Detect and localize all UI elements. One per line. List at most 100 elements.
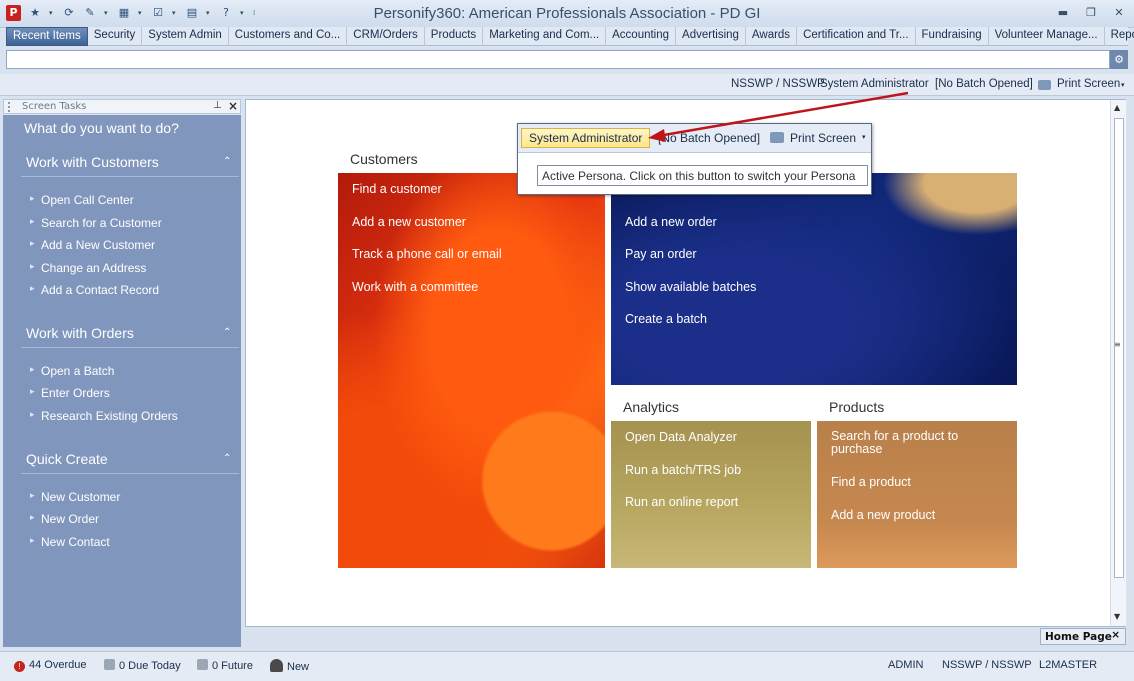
task-link[interactable]: Search for a Customer — [30, 216, 162, 230]
pin-icon[interactable]: ⊥ — [213, 100, 222, 111]
tile-link[interactable]: Add a new product — [831, 508, 935, 522]
persona-strip: NSSWP / NSSWP System Administrator [No B… — [0, 74, 1134, 96]
task-link[interactable]: Open Call Center — [30, 193, 134, 207]
title-bar: P ★ ▾ ⟳ ✎ ▾ ▦ ▾ ☑ ▾ ▤ ▾ ? ▾ ⁞ Personify360: Am… — [0, 0, 1134, 28]
task-link[interactable]: Open a Batch — [30, 364, 114, 378]
calendar-icon — [197, 659, 208, 670]
products-heading: Products — [829, 399, 885, 415]
panel-title: Screen Tasks — [22, 101, 87, 112]
persona-callout: System Administrator [No Batch Opened] P… — [517, 123, 872, 195]
vertical-scrollbar[interactable]: ▲ ≡ ▼ — [1110, 100, 1126, 626]
batch-button[interactable]: [No Batch Opened] — [935, 78, 1033, 90]
task-link[interactable]: Add a New Customer — [30, 238, 155, 252]
future-indicator[interactable]: 0 Future — [197, 659, 253, 672]
tab-volunteer[interactable]: Volunteer Manage... — [989, 27, 1105, 46]
task-link[interactable]: Change an Address — [30, 261, 146, 275]
tile-link[interactable]: Search for a product to purchase — [831, 430, 991, 456]
panel-question: What do you want to do? — [24, 120, 179, 136]
collapse-icon[interactable]: ⌃ — [223, 453, 231, 464]
tab-reporting[interactable]: Reporting — [1105, 27, 1134, 46]
customers-heading: Customers — [350, 151, 418, 167]
persona-button[interactable]: System Administrator — [820, 78, 929, 90]
tab-system-admin[interactable]: System Admin — [142, 27, 229, 46]
tile-link[interactable]: Add a new order — [625, 215, 717, 229]
tile-link[interactable]: Run a batch/TRS job — [625, 463, 741, 477]
close-icon[interactable]: × — [1111, 629, 1120, 641]
address-input[interactable] — [6, 50, 1110, 69]
divider — [21, 347, 239, 348]
divider — [21, 176, 239, 177]
persona-tooltip: Active Persona. Click on this button to … — [537, 165, 868, 186]
server-label: L2MASTER — [1039, 659, 1098, 671]
task-link[interactable]: Research Existing Orders — [30, 409, 178, 423]
tab-products[interactable]: Products — [425, 27, 484, 46]
task-link[interactable]: New Order — [30, 512, 99, 526]
home-page-tab[interactable]: Home Page × — [1040, 628, 1126, 645]
tile-link[interactable]: Open Data Analyzer — [625, 430, 737, 444]
customers-tile: Find a customer Add a new customer Track… — [338, 173, 605, 568]
scroll-down-icon[interactable]: ▼ — [1114, 612, 1120, 621]
task-link[interactable]: New Contact — [30, 535, 110, 549]
screen-tasks-header: Screen Tasks ⊥ × — [3, 99, 241, 114]
print-screen-button[interactable]: Print Screen — [1057, 78, 1120, 90]
overdue-indicator[interactable]: ! 44 Overdue — [14, 659, 86, 672]
person-icon — [270, 659, 283, 672]
org-label: NSSWP / NSSWP — [731, 78, 825, 90]
tile-link[interactable]: Pay an order — [625, 247, 697, 261]
tile-link[interactable]: Find a product — [831, 475, 911, 489]
future-label: 0 Future — [212, 660, 253, 672]
tab-awards[interactable]: Awards — [746, 27, 798, 46]
printer-icon — [1038, 80, 1051, 90]
tab-crm-orders[interactable]: CRM/Orders — [347, 27, 425, 46]
chevron-down-icon[interactable]: ▾ — [1121, 81, 1125, 89]
analytics-heading: Analytics — [623, 399, 680, 415]
clock-icon — [104, 659, 115, 670]
gear-icon[interactable]: ⚙ — [1110, 50, 1128, 69]
tab-advertising[interactable]: Advertising — [676, 27, 746, 46]
grip-icon: ≡ — [1114, 340, 1121, 349]
collapse-icon[interactable]: ⌃ — [223, 156, 231, 167]
chevron-down-icon[interactable]: ▾ — [862, 133, 866, 141]
tile-link[interactable]: Run an online report — [625, 495, 738, 509]
batch-button[interactable]: [No Batch Opened] — [658, 131, 760, 145]
scroll-up-icon[interactable]: ▲ — [1114, 103, 1120, 112]
tile-link[interactable]: Find a customer — [352, 182, 442, 196]
section-title[interactable]: Quick Create — [26, 451, 108, 467]
tab-accounting[interactable]: Accounting — [606, 27, 677, 46]
close-icon[interactable]: × — [228, 99, 238, 113]
print-screen-button[interactable]: Print Screen — [790, 131, 856, 145]
tile-link[interactable]: Add a new customer — [352, 215, 466, 229]
window-controls: ▬ ❐ ✕ — [1056, 6, 1126, 20]
tab-marketing[interactable]: Marketing and Com... — [483, 27, 607, 46]
home-page-tab-label: Home Page — [1045, 631, 1112, 643]
alert-icon: ! — [14, 661, 25, 672]
section-title[interactable]: Work with Orders — [26, 325, 134, 341]
close-icon[interactable]: ✕ — [1112, 6, 1126, 20]
printer-icon — [770, 132, 784, 143]
task-link[interactable]: New Customer — [30, 490, 120, 504]
persona-button[interactable]: System Administrator — [521, 128, 650, 148]
tile-link[interactable]: Track a phone call or email — [352, 247, 502, 261]
divider — [21, 473, 239, 474]
task-link[interactable]: Add a Contact Record — [30, 283, 159, 297]
user-label: ADMIN — [888, 659, 924, 671]
drag-handle-icon[interactable] — [8, 102, 16, 112]
due-today-indicator[interactable]: 0 Due Today — [104, 659, 181, 672]
tab-certification[interactable]: Certification and Tr... — [797, 27, 916, 46]
tab-fundraising[interactable]: Fundraising — [916, 27, 989, 46]
org-label: NSSWP / NSSWP — [942, 659, 1032, 671]
module-tabs: Recent Items Security System Admin Custo… — [6, 27, 1134, 46]
tab-recent-items[interactable]: Recent Items — [6, 27, 88, 46]
tab-security[interactable]: Security — [88, 27, 143, 46]
task-link[interactable]: Enter Orders — [30, 386, 110, 400]
tile-link[interactable]: Create a batch — [625, 312, 707, 326]
restore-icon[interactable]: ❐ — [1084, 6, 1098, 20]
tab-customers[interactable]: Customers and Co... — [229, 27, 348, 46]
analytics-tile: Open Data Analyzer Run a batch/TRS job R… — [611, 421, 811, 568]
tile-link[interactable]: Work with a committee — [352, 280, 478, 294]
collapse-icon[interactable]: ⌃ — [223, 327, 231, 338]
minimize-icon[interactable]: ▬ — [1056, 6, 1070, 20]
tile-link[interactable]: Show available batches — [625, 280, 756, 294]
new-indicator[interactable]: New — [270, 659, 309, 673]
section-title[interactable]: Work with Customers — [26, 154, 159, 170]
